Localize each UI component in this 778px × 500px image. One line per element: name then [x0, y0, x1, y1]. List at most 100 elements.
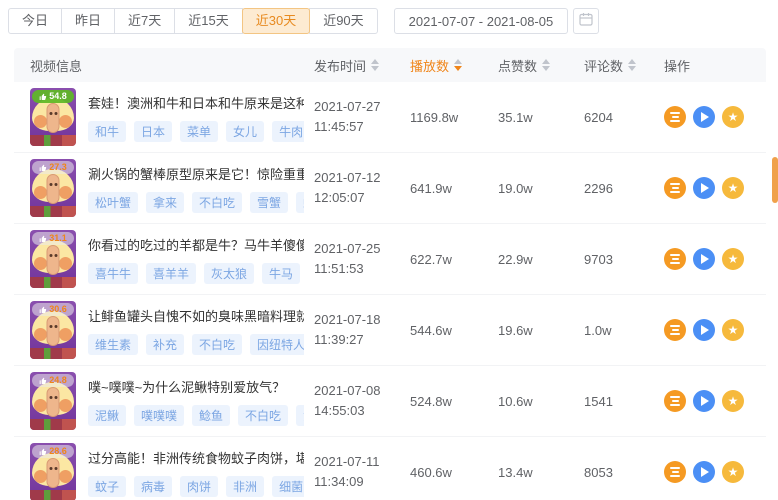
play-video-button[interactable]	[693, 177, 715, 199]
video-tag[interactable]: 蚊子	[88, 476, 126, 497]
video-tag[interactable]: 和牛	[88, 121, 126, 142]
video-tag[interactable]: 鲶鱼	[192, 405, 230, 426]
video-tag[interactable]: 雪蟹	[250, 192, 288, 213]
video-tag[interactable]: 菜单	[180, 121, 218, 142]
filter-today[interactable]: 今日	[8, 8, 62, 34]
video-tag[interactable]: 女儿	[226, 121, 264, 142]
filter-90days[interactable]: 近90天	[309, 8, 377, 34]
video-title[interactable]: 涮火锅的蟹棒原型原来是它！惊险重重的松叶蟹脱壳之旅~	[88, 164, 304, 183]
thumb-up-icon	[39, 235, 47, 243]
data-analysis-button[interactable]	[664, 106, 686, 128]
video-tag[interactable]: 非洲	[226, 476, 264, 497]
favorite-button[interactable]: ★	[722, 248, 744, 270]
sort-carets-icon[interactable]	[628, 59, 636, 71]
video-tag[interactable]: 螃蟹	[296, 192, 304, 213]
plays-count: 622.7w	[410, 252, 498, 267]
video-tag[interactable]: 松叶蟹	[88, 192, 138, 213]
video-tag[interactable]: 喜羊羊	[146, 263, 196, 284]
score-value: 31.1	[49, 232, 67, 245]
tag-list: 泥鳅噗噗噗鲶鱼不白吃黄鳝笑死我了鲤鱼国宝	[88, 405, 304, 426]
tag-list: 蚊子病毒肉饼非洲细菌吃了蛋白质非洲人	[88, 476, 304, 497]
video-tag[interactable]: 肉饼	[180, 476, 218, 497]
video-thumbnail[interactable]: 31.1	[30, 230, 76, 288]
comments-count: 6204	[584, 110, 664, 125]
thumb-up-icon	[39, 448, 47, 456]
video-tag[interactable]: 牛马	[262, 263, 300, 284]
sort-carets-icon[interactable]	[371, 59, 379, 71]
data-analysis-button[interactable]	[664, 248, 686, 270]
video-thumbnail[interactable]: 27.3	[30, 159, 76, 217]
video-tag[interactable]: 日本	[134, 121, 172, 142]
video-thumbnail[interactable]: 28.6	[30, 443, 76, 500]
filter-yesterday[interactable]: 昨日	[61, 8, 115, 34]
favorite-button[interactable]: ★	[722, 319, 744, 341]
video-title[interactable]: 噗~噗噗~为什么泥鳅特别爱放气？	[88, 377, 304, 396]
video-thumbnail[interactable]: 24.8	[30, 372, 76, 430]
table-body: 54.8 套娃！澳洲和牛和日本和牛原来是这种关系？ 和牛日本菜单女儿牛肉霜降近亲…	[14, 82, 766, 500]
sort-carets-icon[interactable]	[542, 59, 550, 71]
data-analysis-button[interactable]	[664, 319, 686, 341]
video-tag[interactable]: 牛肉	[272, 121, 304, 142]
video-title[interactable]: 让鲱鱼罐头自愧不如的臭味黑暗料理就是它——腌海雀！	[88, 306, 304, 325]
plays-count: 524.8w	[410, 394, 498, 409]
score-value: 24.8	[49, 374, 67, 387]
publish-time: 11:51:53	[314, 259, 410, 279]
publish-time: 11:34:09	[314, 472, 410, 492]
header-publish-time[interactable]: 发布时间	[314, 56, 410, 75]
likes-count: 22.9w	[498, 252, 584, 267]
calendar-picker-button[interactable]	[573, 8, 599, 34]
data-analysis-button[interactable]	[664, 390, 686, 412]
video-tag[interactable]: 维生素	[88, 334, 138, 355]
video-tag[interactable]: 泥鳅	[88, 405, 126, 426]
score-badge: 24.8	[32, 374, 74, 387]
play-video-button[interactable]	[693, 390, 715, 412]
video-title[interactable]: 你看过的吃过的羊都是牛？马牛羊傻傻分不清了！	[88, 235, 304, 254]
video-tag[interactable]: 补充	[146, 334, 184, 355]
data-analysis-button[interactable]	[664, 177, 686, 199]
score-badge: 54.8	[32, 90, 74, 103]
video-thumbnail[interactable]: 54.8	[30, 88, 76, 146]
header-comments[interactable]: 评论数	[584, 56, 664, 75]
video-tag[interactable]: 不白吃	[192, 192, 242, 213]
likes-count: 19.0w	[498, 181, 584, 196]
play-video-button[interactable]	[693, 248, 715, 270]
header-likes[interactable]: 点赞数	[498, 56, 584, 75]
star-icon: ★	[728, 395, 739, 407]
filter-30days[interactable]: 近30天	[242, 8, 310, 34]
video-tag[interactable]: 黄鳝	[296, 405, 304, 426]
data-analysis-button[interactable]	[664, 461, 686, 483]
filter-7days[interactable]: 近7天	[114, 8, 175, 34]
video-tag[interactable]: 拿来	[146, 192, 184, 213]
video-tag[interactable]: 因纽特人	[250, 334, 304, 355]
play-video-button[interactable]	[693, 319, 715, 341]
likes-count: 10.6w	[498, 394, 584, 409]
sort-carets-icon[interactable]	[454, 59, 462, 71]
video-title[interactable]: 过分高能！非洲传统食物蚊子肉饼，堪称招蚊大户的翻身菜！	[88, 448, 304, 467]
filter-15days[interactable]: 近15天	[174, 8, 242, 34]
play-video-button[interactable]	[693, 461, 715, 483]
favorite-button[interactable]: ★	[722, 106, 744, 128]
plays-count: 460.6w	[410, 465, 498, 480]
play-video-button[interactable]	[693, 106, 715, 128]
favorite-button[interactable]: ★	[722, 461, 744, 483]
header-plays-sorted[interactable]: 播放数	[410, 56, 498, 75]
likes-count: 13.4w	[498, 465, 584, 480]
video-tag[interactable]: 喜牛牛	[88, 263, 138, 284]
video-tag[interactable]: 病毒	[134, 476, 172, 497]
date-range-input[interactable]: 2021-07-07 - 2021-08-05	[394, 8, 569, 34]
video-title[interactable]: 套娃！澳洲和牛和日本和牛原来是这种关系？	[88, 93, 304, 112]
favorite-button[interactable]: ★	[722, 177, 744, 199]
video-tag[interactable]: 不白吃	[192, 334, 242, 355]
play-icon	[701, 467, 709, 477]
publish-time: 12:05:07	[314, 188, 410, 208]
favorite-button[interactable]: ★	[722, 390, 744, 412]
video-thumbnail[interactable]: 30.6	[30, 301, 76, 359]
star-icon: ★	[728, 324, 739, 336]
comments-count: 9703	[584, 252, 664, 267]
video-tag[interactable]: 灰太狼	[204, 263, 254, 284]
date-range-value: 2021-07-07 - 2021-08-05	[409, 14, 554, 29]
video-tag[interactable]: 噗噗噗	[134, 405, 184, 426]
vertical-scrollbar-thumb[interactable]	[772, 157, 778, 203]
video-tag[interactable]: 不白吃	[238, 405, 288, 426]
video-tag[interactable]: 细菌	[272, 476, 304, 497]
